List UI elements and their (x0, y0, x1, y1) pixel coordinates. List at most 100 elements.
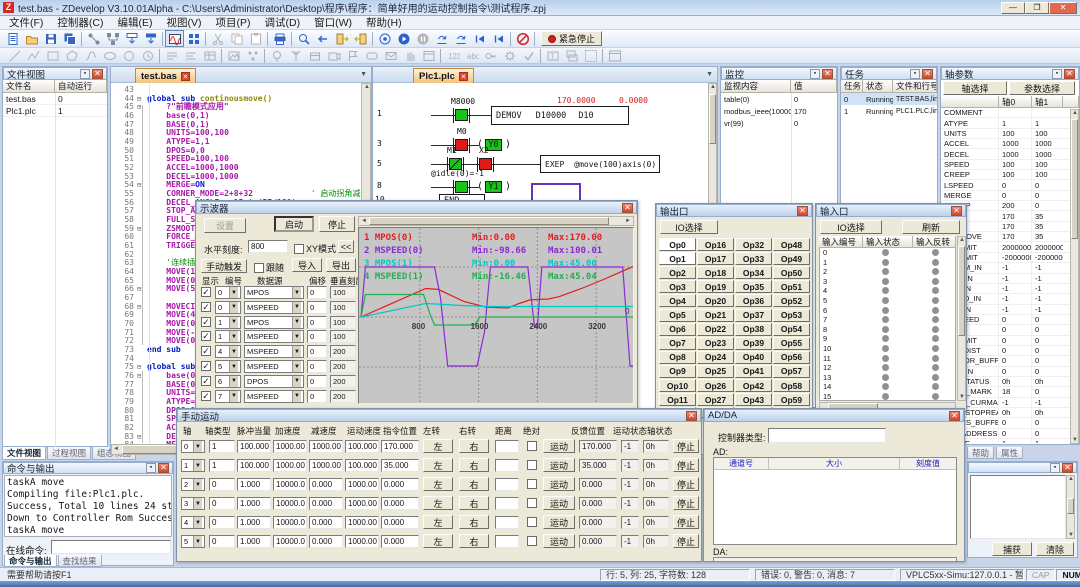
input-invert-indicator[interactable] (932, 316, 939, 323)
input-num-header[interactable]: 输入编号 (819, 236, 863, 248)
op-button-54[interactable]: Op54 (773, 323, 810, 336)
menu-item-V[interactable]: 视图(V) (160, 14, 209, 31)
console-tab-active[interactable]: 命令与输出 (4, 555, 57, 567)
input-ports-title-bar[interactable]: 输入口 ✕ (816, 204, 966, 217)
distance-input[interactable] (495, 497, 519, 510)
input-state-indicator[interactable] (882, 345, 889, 352)
speed-input[interactable]: 1000.00 (345, 478, 379, 491)
navigate-back-icon[interactable] (313, 30, 332, 47)
op-button-52[interactable]: Op52 (773, 294, 810, 307)
move-button[interactable]: 运动 (543, 534, 575, 548)
controller-state-icon[interactable] (103, 30, 122, 47)
decel-input[interactable]: 1000.00 (309, 440, 343, 453)
axis-param-row[interactable]: DECEL10001000 (941, 149, 1079, 159)
new-file-icon[interactable] (3, 30, 22, 47)
cmd-pos-input[interactable]: 0.000 (381, 516, 419, 529)
size-header[interactable]: 大小 (769, 458, 900, 469)
input-row[interactable]: 11 (820, 354, 955, 364)
axis-param-row[interactable]: MERGE00 (941, 191, 1079, 201)
speed-input[interactable]: 100.000 (345, 440, 379, 453)
menu-item-H[interactable]: 帮助(H) (359, 14, 409, 31)
op-button-7[interactable]: Op7 (659, 337, 696, 350)
input-invert-indicator[interactable] (932, 326, 939, 333)
menu-item-C[interactable]: 控制器(C) (50, 14, 110, 31)
check-widget-icon[interactable] (519, 48, 538, 63)
channel-source-select[interactable]: DPOS▼ (244, 375, 304, 388)
input-invert-header[interactable]: 输入反转 (913, 236, 956, 248)
channel-axis-select[interactable]: 1▼ (215, 316, 241, 329)
axis0-header[interactable]: 轴0 (999, 96, 1032, 108)
input-state-indicator[interactable] (882, 259, 889, 266)
axis-select[interactable]: 0▼ (181, 440, 205, 453)
input-state-indicator[interactable] (882, 307, 889, 314)
debug-run-icon[interactable] (394, 30, 413, 47)
channel-show-checkbox[interactable]: ✓ (201, 302, 211, 312)
decel-input[interactable]: 0.000 (309, 478, 343, 491)
op-button-5[interactable]: Op5 (659, 309, 696, 322)
input-state-indicator[interactable] (882, 393, 889, 400)
op-button-39[interactable]: Op39 (735, 337, 772, 350)
task-id-header[interactable]: 任务 (841, 80, 863, 93)
scope-stop-button[interactable]: 停止 (319, 216, 355, 232)
input-row[interactable]: 2 (820, 267, 955, 277)
channel-scale-input[interactable]: 100 (330, 286, 356, 299)
op-button-21[interactable]: Op21 (697, 309, 734, 322)
step-over-icon[interactable] (451, 30, 470, 47)
stop-all-icon[interactable] (513, 30, 532, 47)
op-button-58[interactable]: Op58 (773, 379, 810, 392)
demov-block[interactable]: DEMOV D10000 D10 (491, 106, 629, 125)
distance-input[interactable] (495, 440, 519, 453)
channel-scale-input[interactable]: 200 (330, 375, 356, 388)
scope-settings-button[interactable]: 设置 (204, 218, 246, 233)
channel-axis-select[interactable]: 6▼ (215, 375, 241, 388)
input-row[interactable]: 1 (820, 258, 955, 268)
draw-ellipse-icon[interactable] (100, 48, 119, 63)
download-rom-icon[interactable] (141, 30, 160, 47)
distance-input[interactable] (495, 459, 519, 472)
input-invert-indicator[interactable] (932, 345, 939, 352)
channel-scale-input[interactable]: 200 (330, 390, 356, 403)
op-button-38[interactable]: Op38 (735, 323, 772, 336)
channel-axis-select[interactable]: 7▼ (215, 390, 241, 403)
menu-item-P[interactable]: 项目(P) (209, 14, 258, 31)
input-state-indicator[interactable] (882, 374, 889, 381)
op-button-40[interactable]: Op40 (735, 351, 772, 364)
input-invert-indicator[interactable] (932, 249, 939, 256)
follow-checkbox[interactable]: 跟随 (254, 261, 284, 274)
adda-title-bar[interactable]: AD/DA ✕ (704, 409, 964, 422)
op-button-11[interactable]: Op11 (659, 393, 696, 406)
open-project-icon[interactable] (22, 30, 41, 47)
input-state-indicator[interactable] (882, 383, 889, 390)
io-select-button[interactable]: IO选择 (820, 220, 882, 234)
axis-select-button[interactable]: 轴选择 (943, 81, 1007, 95)
input-row[interactable]: 5 (820, 296, 955, 306)
accel-input[interactable]: 1000.00 (273, 440, 307, 453)
coil-y1[interactable]: Y1 (485, 181, 502, 193)
op-button-51[interactable]: Op51 (773, 280, 810, 293)
oscilloscope-icon[interactable] (165, 30, 184, 47)
close-button[interactable]: ✕ (1049, 2, 1077, 14)
save-all-icon[interactable] (60, 30, 79, 47)
input-invert-indicator[interactable] (932, 374, 939, 381)
jog-left-button[interactable]: 左 (423, 496, 453, 510)
display-widget-icon[interactable] (419, 48, 438, 63)
op-button-24[interactable]: Op24 (697, 351, 734, 364)
op-button-55[interactable]: Op55 (773, 337, 810, 350)
axis-param-row[interactable]: SPEED100100 (941, 160, 1079, 170)
axis-params-vscrollbar[interactable]: ▲ ▼ (1070, 109, 1079, 444)
axis-param-row[interactable]: UNITS100100 (941, 129, 1079, 139)
save-icon[interactable] (41, 30, 60, 47)
channel-offset-input[interactable]: 0 (307, 316, 327, 329)
channel-source-select[interactable]: MPOS▼ (244, 286, 304, 299)
channel-show-checkbox[interactable]: ✓ (201, 391, 211, 401)
jog-left-button[interactable]: 左 (423, 439, 453, 453)
channel-offset-input[interactable]: 0 (307, 286, 327, 299)
import-button[interactable]: 导入 (292, 258, 322, 272)
watch-row[interactable]: vr(99)0 (721, 117, 837, 129)
axis-param-row[interactable]: CREEP100100 (941, 170, 1079, 180)
input-state-indicator[interactable] (882, 326, 889, 333)
watch-row[interactable]: table(0)0 (721, 93, 837, 105)
maximize-button[interactable]: ❐ (1025, 2, 1049, 14)
axis-param-row[interactable]: ACCEL10001000 (941, 139, 1079, 149)
jog-right-button[interactable]: 右 (459, 439, 489, 453)
